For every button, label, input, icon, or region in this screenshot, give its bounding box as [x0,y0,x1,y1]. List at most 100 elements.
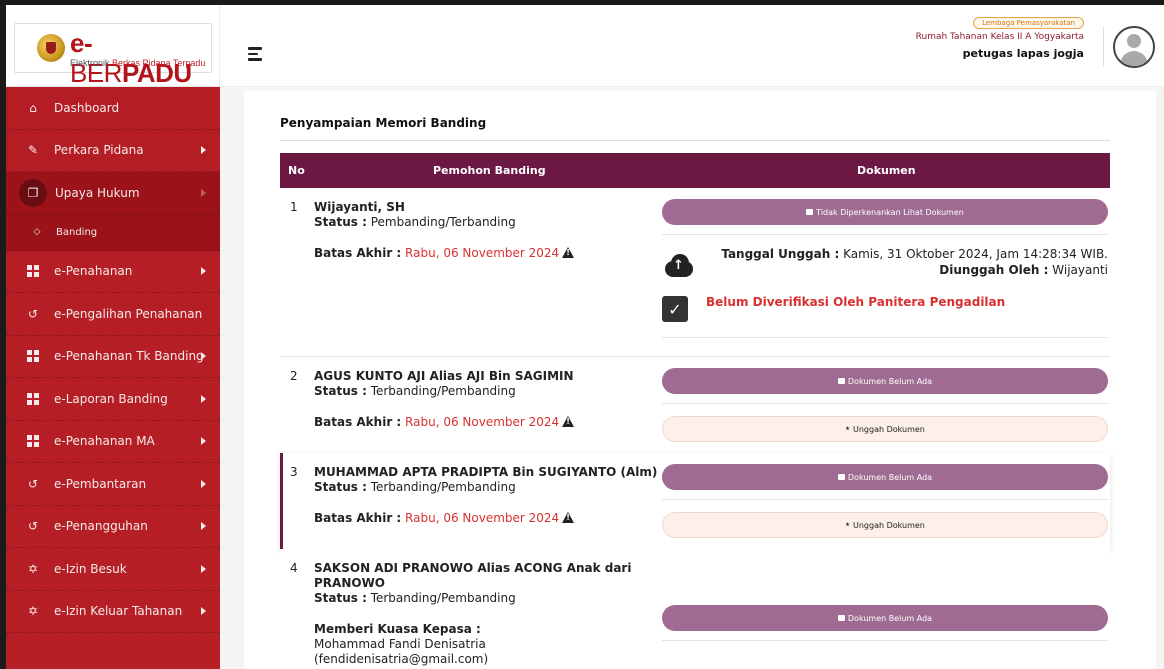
top-header: Lembaga Pemasyarakatan Rumah Tahanan Kel… [220,5,1164,87]
sidebar-item-label: Upaya Hukum [55,185,140,200]
sidebar-item-e-penahanan[interactable]: e-Penahanan [6,251,220,293]
table-row-highlighted: 3 MUHAMMAD APTA PRADIPTA Bin SUGIYANTO (… [280,453,1110,549]
handshake-icon: ✡ [27,561,39,576]
kuasa-label: Memberi Kuasa Kepasa : [314,622,481,636]
content-card: Penyampaian Memori Banding No Pemohon Ba… [244,91,1156,669]
grid-icon [26,349,40,363]
sidebar-item-e-izin-keluar-tahanan[interactable]: ✡ e-Izin Keluar Tahanan [6,591,220,633]
sidebar-item-label: e-Penahanan Tk Banding [54,349,204,364]
history-icon: ↺ [27,476,39,491]
deadline: Batas Akhir : Rabu, 06 November 2024 [314,415,575,429]
column-header-dokumen: Dokumen [857,164,916,177]
document-status-button[interactable]: Dokumen Belum Ada [662,605,1108,631]
sidebar-item-upaya-hukum[interactable]: ❐ Upaya Hukum [6,172,220,215]
table-row: 1 Wijayanti, SH Status : Pembanding/Terb… [280,188,1110,357]
row-number: 1 [290,200,298,214]
table-row: 2 AGUS KUNTO AJI Alias AJI Bin SAGIMIN S… [280,357,1110,453]
divider [662,499,1108,500]
sidebar-item-perkara-pidana[interactable]: ✎ Perkara Pidana [6,130,220,172]
divider [662,234,1108,235]
title-divider [280,140,1110,141]
sidebar-item-label: e-Izin Keluar Tahanan [54,604,183,619]
deadline: Batas Akhir : Rabu, 06 November 2024 [314,511,575,525]
home-icon: ⌂ [29,100,37,115]
row-number: 3 [290,465,298,479]
row-number: 4 [290,561,298,575]
pemohon-status: Status : Terbanding/Pembanding [314,591,516,605]
table-row: 4 SAKSON ADI PRANOWO Alias ACONG Anak da… [280,549,1110,669]
chevron-right-icon [201,146,206,155]
pemohon-name: Wijayanti, SH [314,200,405,214]
upload-icon: ⭑ [845,520,850,530]
divider [662,337,1108,338]
pemohon-name: AGUS KUNTO AJI Alias AJI Bin SAGIMIN [314,369,574,383]
document-status-button[interactable]: Dokumen Belum Ada [662,368,1108,394]
sidebar-item-e-pengalihan-penahanan[interactable]: ↺ e-Pengalihan Penahanan [6,293,220,336]
row-number: 2 [290,369,298,383]
warning-icon [562,416,575,427]
archive-icon [837,474,845,480]
upload-info: Tanggal Unggah : Kamis, 31 Oktober 2024,… [721,247,1108,277]
pemohon-name: MUHAMMAD APTA PRADIPTA Bin SUGIYANTO (Al… [314,465,658,479]
chevron-right-icon [201,267,206,276]
sidebar-item-label: Dashboard [54,100,120,115]
grid-icon [26,392,40,406]
edit-icon: ✎ [27,143,39,158]
sidebar-subitem-banding[interactable]: ◇ Banding [6,214,220,251]
kuasa-value: Mohammad Fandi Denisatria (fendidenisatri… [314,637,489,666]
view-document-button[interactable]: Tidak Diperkenankan Lihat Dokumen [662,199,1108,225]
sidebar-item-label: Perkara Pidana [54,143,144,158]
pemohon-status: Status : Terbanding/Pembanding [314,384,516,398]
chevron-right-icon [201,479,206,488]
verification-checkbox[interactable]: ✓ [662,296,688,322]
grid-icon [26,264,40,278]
sidebar-item-e-pembantaran[interactable]: ↺ e-Pembantaran [6,463,220,506]
chevron-right-icon [201,522,206,531]
sidebar-item-label: e-Pengalihan Penahanan [54,306,203,321]
sidebar-item-label: e-Penahanan MA [54,434,155,449]
sidebar-item-e-penahanan-ma[interactable]: e-Penahanan MA [6,421,220,463]
verification-status: Belum Diverifikasi Oleh Panitera Pengadi… [706,295,1006,309]
chevron-right-icon [201,188,206,197]
grid-icon [26,434,40,448]
warning-icon [562,247,575,258]
history-icon: ↺ [27,519,39,534]
chevron-right-icon [201,394,206,403]
history-icon: ↺ [27,306,39,321]
sidebar-item-label: e-Pembantaran [54,476,147,491]
pemohon-status: Status : Pembanding/Terbanding [314,215,516,229]
sidebar-item-dashboard[interactable]: ⌂ Dashboard [6,87,220,130]
table-header: No Pemohon Banding Dokumen [280,153,1110,188]
upload-document-button[interactable]: ⭑ Unggah Dokumen [662,512,1108,538]
sidebar-item-e-laporan-banding[interactable]: e-Laporan Banding [6,378,220,421]
sidebar-item-e-penangguhan[interactable]: ↺ e-Penangguhan [6,506,220,548]
sidebar-item-e-penahanan-tk-banding[interactable]: e-Penahanan Tk Banding [6,336,220,378]
column-header-no: No [288,164,305,177]
cloud-upload-icon: ↑ [662,254,696,278]
institution-badge: Lembaga Pemasyarakatan [973,17,1084,29]
chevron-right-icon [201,437,206,446]
main-content: Penyampaian Memori Banding No Pemohon Ba… [220,87,1164,669]
user-avatar[interactable] [1113,26,1155,68]
sidebar-item-label: e-Izin Besuk [54,561,127,576]
column-header-pemohon: Pemohon Banding [433,164,546,177]
court-emblem-icon [37,34,65,62]
chevron-right-icon [201,607,206,616]
archive-icon [837,378,845,384]
sidebar-item-label: Banding [56,226,98,238]
app-logo[interactable]: e-BERPADU Elektronik Berkas Pidana Terpa… [14,23,212,88]
sidebar-item-label: e-Laporan Banding [54,391,168,406]
sidebar-item-label: e-Penangguhan [54,519,148,534]
logo-area: e-BERPADU Elektronik Berkas Pidana Terpa… [6,5,220,88]
divider [662,640,1108,641]
copy-icon: ❐ [19,178,47,207]
sidebar-item-label: e-Penahanan [54,264,133,279]
document-status-button[interactable]: Dokumen Belum Ada [662,464,1108,490]
chevron-right-icon [201,352,206,361]
upload-document-button[interactable]: ⭑ Unggah Dokumen [662,416,1108,442]
institution-name: Rumah Tahanan Kelas II A Yogyakarta [915,32,1084,42]
user-name: petugas lapas jogja [962,47,1084,60]
sidebar-item-e-izin-besuk[interactable]: ✡ e-Izin Besuk [6,548,220,591]
app-frame: e-BERPADU Elektronik Berkas Pidana Terpa… [0,0,1164,669]
menu-toggle-icon[interactable] [248,47,262,61]
